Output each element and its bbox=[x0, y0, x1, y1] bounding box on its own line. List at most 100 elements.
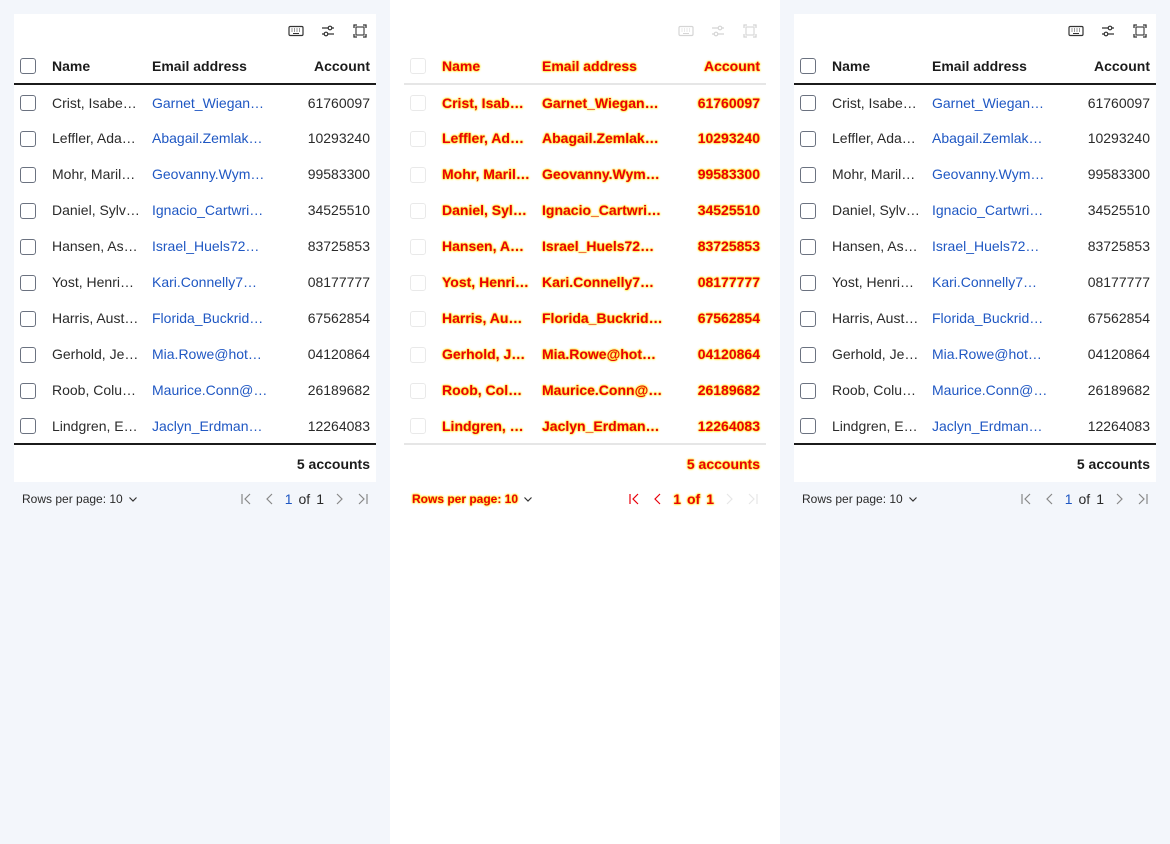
row-checkbox[interactable] bbox=[404, 192, 436, 228]
cell-email-link[interactable]: Maurice.Conn@… bbox=[536, 372, 672, 408]
table-row[interactable]: Roob, Colu… Maurice.Conn@… 26189682 bbox=[794, 372, 1156, 408]
row-checkbox[interactable] bbox=[404, 336, 436, 372]
prev-page-icon[interactable] bbox=[261, 490, 279, 508]
row-checkbox[interactable] bbox=[794, 264, 826, 300]
table-row[interactable]: Mohr, Maril… Geovanny.Wym… 99583300 bbox=[14, 156, 376, 192]
row-checkbox[interactable] bbox=[14, 156, 46, 192]
cell-email-link[interactable]: Mia.Rowe@hot… bbox=[926, 336, 1062, 372]
cell-email-link[interactable]: Jaclyn_Erdman… bbox=[146, 408, 282, 444]
row-checkbox[interactable] bbox=[14, 300, 46, 336]
cell-email-link[interactable]: Abagail.Zemlak… bbox=[146, 120, 282, 156]
row-checkbox[interactable] bbox=[14, 336, 46, 372]
fullscreen-icon[interactable] bbox=[1130, 21, 1150, 41]
row-checkbox[interactable] bbox=[14, 228, 46, 264]
fullscreen-icon[interactable] bbox=[350, 21, 370, 41]
row-checkbox[interactable] bbox=[794, 192, 826, 228]
prev-page-icon[interactable] bbox=[649, 490, 667, 508]
table-row[interactable]: Yost, Henri… Kari.Connelly7… 08177777 bbox=[794, 264, 1156, 300]
filter-sliders-icon[interactable] bbox=[708, 21, 728, 41]
row-checkbox[interactable] bbox=[14, 264, 46, 300]
table-row[interactable]: Gerhold, Je… Mia.Rowe@hot… 04120864 bbox=[404, 336, 766, 372]
first-page-icon[interactable] bbox=[625, 490, 643, 508]
first-page-icon[interactable] bbox=[237, 490, 255, 508]
select-all-checkbox[interactable] bbox=[14, 48, 46, 85]
cell-email-link[interactable]: Maurice.Conn@… bbox=[926, 372, 1062, 408]
row-checkbox[interactable] bbox=[14, 84, 46, 120]
cell-email-link[interactable]: Florida_Buckrid… bbox=[146, 300, 282, 336]
cell-email-link[interactable]: Geovanny.Wym… bbox=[536, 156, 672, 192]
cell-email-link[interactable]: Ignacio_Cartwri… bbox=[536, 192, 672, 228]
select-all-checkbox[interactable] bbox=[404, 48, 436, 85]
table-row[interactable]: Crist, Isabe… Garnet_Wiegan… 61760097 bbox=[404, 84, 766, 120]
column-header-name[interactable]: Name bbox=[46, 48, 146, 85]
cell-email-link[interactable]: Jaclyn_Erdman… bbox=[536, 408, 672, 444]
keyboard-icon[interactable] bbox=[286, 21, 306, 41]
row-checkbox[interactable] bbox=[14, 372, 46, 408]
filter-sliders-icon[interactable] bbox=[1098, 21, 1118, 41]
cell-email-link[interactable]: Kari.Connelly7… bbox=[926, 264, 1062, 300]
row-checkbox[interactable] bbox=[794, 120, 826, 156]
last-page-icon[interactable] bbox=[354, 490, 372, 508]
keyboard-icon[interactable] bbox=[1066, 21, 1086, 41]
cell-email-link[interactable]: Kari.Connelly7… bbox=[536, 264, 672, 300]
cell-email-link[interactable]: Garnet_Wiegan… bbox=[146, 84, 282, 120]
table-row[interactable]: Gerhold, Je… Mia.Rowe@hot… 04120864 bbox=[14, 336, 376, 372]
table-row[interactable]: Harris, Aust… Florida_Buckrid… 67562854 bbox=[794, 300, 1156, 336]
row-checkbox[interactable] bbox=[404, 264, 436, 300]
row-checkbox[interactable] bbox=[404, 372, 436, 408]
table-row[interactable]: Gerhold, Je… Mia.Rowe@hot… 04120864 bbox=[794, 336, 1156, 372]
next-page-icon[interactable] bbox=[720, 490, 738, 508]
table-row[interactable]: Harris, Aust… Florida_Buckrid… 67562854 bbox=[14, 300, 376, 336]
cell-email-link[interactable]: Israel_Huels72… bbox=[926, 228, 1062, 264]
cell-email-link[interactable]: Abagail.Zemlak… bbox=[926, 120, 1062, 156]
column-header-account[interactable]: Account bbox=[282, 48, 376, 85]
column-header-name[interactable]: Name bbox=[436, 48, 536, 85]
cell-email-link[interactable]: Mia.Rowe@hot… bbox=[536, 336, 672, 372]
cell-email-link[interactable]: Geovanny.Wym… bbox=[926, 156, 1062, 192]
row-checkbox[interactable] bbox=[794, 300, 826, 336]
row-checkbox[interactable] bbox=[14, 192, 46, 228]
table-row[interactable]: Yost, Henri… Kari.Connelly7… 08177777 bbox=[14, 264, 376, 300]
table-row[interactable]: Yost, Henri… Kari.Connelly7… 08177777 bbox=[404, 264, 766, 300]
next-page-icon[interactable] bbox=[1110, 490, 1128, 508]
cell-email-link[interactable]: Mia.Rowe@hot… bbox=[146, 336, 282, 372]
table-row[interactable]: Leffler, Ada… Abagail.Zemlak… 10293240 bbox=[404, 120, 766, 156]
row-checkbox[interactable] bbox=[794, 228, 826, 264]
next-page-icon[interactable] bbox=[330, 490, 348, 508]
table-row[interactable]: Daniel, Sylv… Ignacio_Cartwri… 34525510 bbox=[14, 192, 376, 228]
table-row[interactable]: Harris, Aust… Florida_Buckrid… 67562854 bbox=[404, 300, 766, 336]
column-header-name[interactable]: Name bbox=[826, 48, 926, 85]
cell-email-link[interactable]: Florida_Buckrid… bbox=[926, 300, 1062, 336]
rows-per-page-select[interactable]: Rows per page: 10 bbox=[412, 492, 534, 506]
first-page-icon[interactable] bbox=[1017, 490, 1035, 508]
last-page-icon[interactable] bbox=[744, 490, 762, 508]
table-row[interactable]: Hansen, As… Israel_Huels72… 83725853 bbox=[794, 228, 1156, 264]
table-row[interactable]: Hansen, As… Israel_Huels72… 83725853 bbox=[404, 228, 766, 264]
table-row[interactable]: Lindgren, E… Jaclyn_Erdman… 12264083 bbox=[14, 408, 376, 444]
row-checkbox[interactable] bbox=[794, 336, 826, 372]
cell-email-link[interactable]: Abagail.Zemlak… bbox=[536, 120, 672, 156]
column-header-email[interactable]: Email address bbox=[536, 48, 672, 85]
row-checkbox[interactable] bbox=[404, 228, 436, 264]
row-checkbox[interactable] bbox=[794, 372, 826, 408]
column-header-email[interactable]: Email address bbox=[926, 48, 1062, 85]
column-header-account[interactable]: Account bbox=[672, 48, 766, 85]
cell-email-link[interactable]: Florida_Buckrid… bbox=[536, 300, 672, 336]
cell-email-link[interactable]: Maurice.Conn@… bbox=[146, 372, 282, 408]
row-checkbox[interactable] bbox=[404, 408, 436, 444]
table-row[interactable]: Leffler, Ada… Abagail.Zemlak… 10293240 bbox=[14, 120, 376, 156]
last-page-icon[interactable] bbox=[1134, 490, 1152, 508]
table-row[interactable]: Crist, Isabe… Garnet_Wiegan… 61760097 bbox=[794, 84, 1156, 120]
table-row[interactable]: Crist, Isabe… Garnet_Wiegan… 61760097 bbox=[14, 84, 376, 120]
row-checkbox[interactable] bbox=[404, 156, 436, 192]
cell-email-link[interactable]: Kari.Connelly7… bbox=[146, 264, 282, 300]
table-row[interactable]: Roob, Colu… Maurice.Conn@… 26189682 bbox=[14, 372, 376, 408]
rows-per-page-select[interactable]: Rows per page: 10 bbox=[802, 492, 919, 506]
filter-sliders-icon[interactable] bbox=[318, 21, 338, 41]
select-all-checkbox[interactable] bbox=[794, 48, 826, 85]
table-row[interactable]: Daniel, Sylv… Ignacio_Cartwri… 34525510 bbox=[794, 192, 1156, 228]
cell-email-link[interactable]: Garnet_Wiegan… bbox=[926, 84, 1062, 120]
fullscreen-icon[interactable] bbox=[740, 21, 760, 41]
table-row[interactable]: Hansen, As… Israel_Huels72… 83725853 bbox=[14, 228, 376, 264]
prev-page-icon[interactable] bbox=[1041, 490, 1059, 508]
